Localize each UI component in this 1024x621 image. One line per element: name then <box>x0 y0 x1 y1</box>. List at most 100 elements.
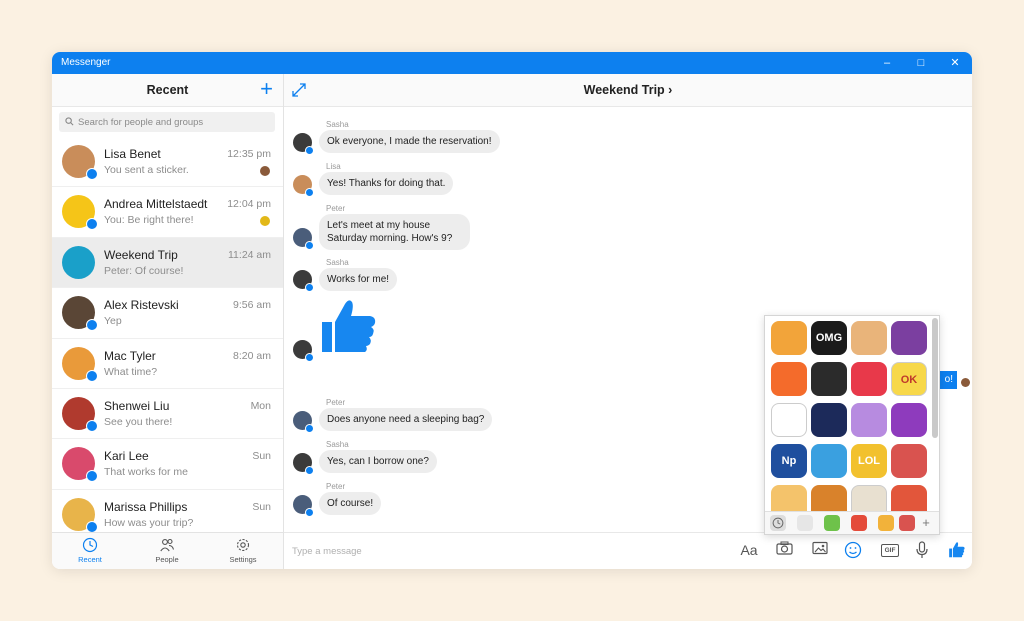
sticker-tab-pack[interactable] <box>824 515 840 531</box>
sticker[interactable]: OMG <box>811 321 847 355</box>
conversation-name: Weekend Trip <box>104 247 178 262</box>
sticker[interactable] <box>811 444 847 478</box>
message-input[interactable] <box>292 543 712 559</box>
composer-bar: Aa GIF <box>284 532 972 569</box>
clock-icon <box>82 537 98 553</box>
conversation-time: Mon <box>250 399 271 412</box>
nav-settings[interactable]: Settings <box>213 537 273 564</box>
message-sender: Sasha <box>326 120 349 129</box>
conversation-list: Lisa Benet You sent a sticker. 12:35 pm … <box>52 137 283 541</box>
sticker[interactable] <box>771 403 807 437</box>
nav-recent[interactable]: Recent <box>60 537 120 564</box>
sticker-pack-tabs: + <box>765 511 939 534</box>
message-bubble: Let's meet at my house Saturday morning.… <box>319 214 470 250</box>
sticker[interactable] <box>891 321 927 355</box>
message-bubble: Of course! <box>319 492 382 515</box>
messenger-badge-icon <box>86 218 98 231</box>
nav-people-label: People <box>155 555 179 564</box>
smiley-icon <box>844 541 862 559</box>
sticker[interactable] <box>851 403 887 437</box>
nav-people[interactable]: People <box>137 537 197 564</box>
maximize-button[interactable]: □ <box>904 52 938 74</box>
sticker[interactable]: LOL <box>851 444 887 478</box>
messenger-badge-icon <box>305 353 314 362</box>
conversation-item[interactable]: Alex Ristevski Yep 9:56 am <box>52 288 283 339</box>
message-sender: Lisa <box>326 162 341 171</box>
sticker[interactable] <box>811 403 847 437</box>
seen-avatar-icon <box>961 378 970 387</box>
messenger-badge-icon <box>305 424 314 433</box>
window-title: Messenger <box>61 57 111 68</box>
thumbs-up-icon <box>949 542 965 558</box>
like-button[interactable] <box>946 541 968 561</box>
message-sender: Peter <box>326 398 346 407</box>
messenger-badge-icon <box>86 168 98 180</box>
add-sticker-pack-icon[interactable]: + <box>918 515 934 531</box>
sticker-tab-pack[interactable] <box>899 515 915 531</box>
message-sender: Sasha <box>326 258 349 267</box>
conversation-name: Andrea Mittelstaedt <box>104 197 208 212</box>
sticker[interactable]: OK <box>891 362 927 396</box>
nav-settings-label: Settings <box>229 555 257 564</box>
message-bubble: Yes, can I borrow one? <box>319 450 437 473</box>
messenger-badge-icon <box>305 466 314 475</box>
sticker[interactable] <box>771 362 807 396</box>
search-box[interactable] <box>59 112 275 132</box>
conversation-item[interactable]: Kari Lee That works for me Sun <box>52 439 283 490</box>
sticker[interactable] <box>771 321 807 355</box>
sticker[interactable]: Np <box>771 444 807 478</box>
chat-title[interactable]: Weekend Trip › <box>284 83 972 97</box>
new-message-button[interactable]: + <box>260 78 273 100</box>
sticker-tab-pack[interactable] <box>797 515 813 531</box>
sticker-tab-pack[interactable] <box>878 515 894 531</box>
conversation-item[interactable]: Shenwei Liu See you there! Mon <box>52 389 283 440</box>
conversation-time: 9:56 am <box>233 299 271 312</box>
sticker[interactable] <box>851 362 887 396</box>
sticker-button[interactable] <box>842 541 864 561</box>
message-sender: Sasha <box>326 440 349 449</box>
microphone-button[interactable] <box>911 541 933 561</box>
conversation-sidebar: Recent + Lisa Benet You sent a sticker. … <box>52 74 284 569</box>
messenger-badge-icon <box>305 283 314 292</box>
nav-recent-label: Recent <box>78 555 102 564</box>
conversation-time: 12:35 pm <box>227 148 271 160</box>
sidebar-header: Recent + <box>52 74 283 107</box>
sticker-tab-pack[interactable] <box>851 515 867 531</box>
messenger-badge-icon <box>305 241 314 250</box>
close-button[interactable]: ✕ <box>938 52 972 74</box>
conversation-time: Sun <box>252 450 271 463</box>
messenger-badge-icon <box>86 419 98 432</box>
sticker[interactable] <box>891 403 927 437</box>
sticker-tab-recent[interactable] <box>770 515 786 531</box>
conversation-item[interactable]: Lisa Benet You sent a sticker. 12:35 pm <box>52 137 283 188</box>
messenger-badge-icon <box>86 319 98 332</box>
gif-button[interactable]: GIF <box>881 544 899 557</box>
conversation-name: Lisa Benet <box>104 147 161 161</box>
thumbs-up-sticker-icon <box>322 300 376 352</box>
search-input[interactable] <box>78 112 268 132</box>
seen-avatar-icon <box>260 216 270 227</box>
camera-button[interactable] <box>773 541 795 561</box>
conversation-preview: Peter: Of course! <box>104 264 184 277</box>
title-bar[interactable]: Messenger – □ ✕ <box>52 52 972 74</box>
chevron-right-icon: › <box>668 83 673 97</box>
conversation-item[interactable]: Andrea Mittelstaedt You: Be right there!… <box>52 187 283 238</box>
sticker[interactable] <box>891 444 927 478</box>
sticker[interactable] <box>851 321 887 355</box>
sticker[interactable] <box>811 362 847 396</box>
conversation-time: 12:04 pm <box>227 198 271 211</box>
seen-avatar-icon <box>260 166 270 176</box>
conversation-preview: See you there! <box>104 415 173 428</box>
photo-button[interactable] <box>809 541 831 561</box>
text-format-button[interactable]: Aa <box>738 542 760 562</box>
conversation-preview: How was your trip? <box>104 516 194 529</box>
chat-title-text: Weekend Trip <box>583 83 665 97</box>
conversation-item[interactable]: Weekend Trip Peter: Of course! 11:24 am <box>52 237 283 289</box>
microphone-icon <box>916 541 928 558</box>
minimize-button[interactable]: – <box>870 52 904 74</box>
sticker-picker: OMG OK Np LOL + <box>764 315 940 535</box>
conversation-item[interactable]: Mac Tyler What time? 8:20 am <box>52 339 283 389</box>
conversation-name: Mac Tyler <box>104 348 156 363</box>
sticker-scrollbar[interactable] <box>932 318 938 438</box>
conversation-preview: You: Be right there! <box>104 214 194 227</box>
